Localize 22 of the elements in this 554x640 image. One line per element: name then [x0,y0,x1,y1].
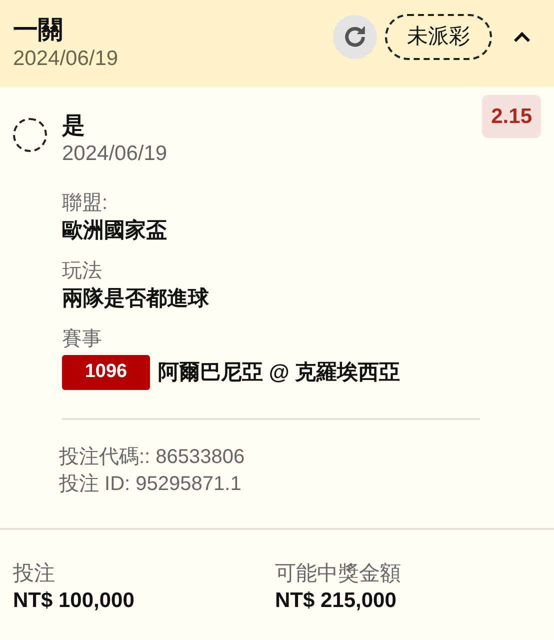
header-date: 2024/06/19 [13,46,120,72]
summary-value: NT$ 215,000 [275,588,398,614]
detail-value: 兩隊是否都進球 [62,286,210,312]
summary-value: NT$ 100,000 [13,588,136,614]
bet-code: 投注代碼:: 86533806 [59,445,246,470]
status-badge: 未派彩 [385,14,492,60]
odds-badge: 2.15 [482,95,541,138]
refresh-button[interactable] [333,14,377,58]
bet-type-title: 一關 [13,14,64,44]
chevron-icon [513,30,531,42]
bet-id: 投注 ID: 95295871.1 [59,472,242,497]
detail-label: 玩法 [62,259,103,284]
event-teams: 阿爾巴尼亞 @ 克羅埃西亞 [158,360,400,386]
summary-label: 可能中獎金額 [275,561,402,587]
detail-value: 歐洲國家盃 [62,218,168,244]
selection-date: 2024/06/19 [62,141,168,167]
selection-radio[interactable] [13,118,47,152]
detail-label: 聯盟: [62,191,109,216]
summary-label: 投注 [13,561,56,587]
selection-name: 是 [62,111,86,140]
detail-label: 賽事 [62,327,103,352]
event-code-badge: 1096 [62,355,150,390]
